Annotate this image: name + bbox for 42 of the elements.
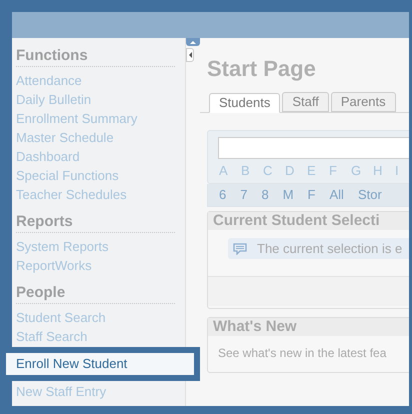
letter-filter[interactable]: B xyxy=(241,161,253,181)
letter-filter[interactable]: G xyxy=(351,161,363,181)
comment-icon xyxy=(233,242,247,254)
sidebar-link[interactable]: Daily Bulletin xyxy=(16,90,175,109)
sidebar-link[interactable]: Student Search xyxy=(16,308,175,327)
tab[interactable]: Parents xyxy=(330,92,396,112)
sidebar-link[interactable]: Attendance xyxy=(16,71,175,90)
sidebar-link[interactable]: Staff Search xyxy=(16,327,175,346)
section-heading: People xyxy=(16,283,175,304)
sidebar-link[interactable]: System Reports xyxy=(16,237,175,256)
panel-title: Current Student Selecti xyxy=(208,212,409,230)
letter-filter[interactable]: H xyxy=(373,161,385,181)
letter-filter[interactable]: C xyxy=(263,161,275,181)
letter-filter[interactable]: A xyxy=(219,161,231,181)
tab[interactable]: Staff xyxy=(282,92,329,112)
grade-filter[interactable]: 7 xyxy=(240,185,248,205)
grade-filter[interactable]: All xyxy=(330,185,344,205)
letter-filter[interactable]: D xyxy=(285,161,297,181)
letter-filter[interactable]: F xyxy=(329,161,341,181)
message-text: The current selection is e xyxy=(257,240,402,258)
sidebar-link[interactable]: ReportWorks xyxy=(16,256,175,275)
letter-filter[interactable]: E xyxy=(307,161,319,181)
sidebar-link[interactable]: Teacher Schedules xyxy=(16,185,175,204)
grade-filter[interactable]: 8 xyxy=(261,185,269,205)
sidebar-link[interactable]: Enroll New Student xyxy=(16,354,128,374)
grade-filter[interactable]: Stor xyxy=(358,185,382,205)
panel-title: What's New xyxy=(208,318,409,336)
tab[interactable]: Students xyxy=(209,93,280,113)
grade-filter[interactable]: 6 xyxy=(219,185,226,205)
sidebar-link[interactable]: Special Functions xyxy=(16,166,175,185)
collapse-left-icon[interactable] xyxy=(186,48,194,62)
letter-filter[interactable]: I xyxy=(395,161,407,181)
section-heading: Reports xyxy=(16,212,175,233)
whats-new-text: See what's new in the latest fea xyxy=(217,345,388,362)
sidebar-link[interactable]: New Staff Entry xyxy=(16,382,175,401)
grade-filter[interactable]: F xyxy=(308,185,316,205)
sidebar-link[interactable]: Dashboard xyxy=(16,147,175,166)
sidebar-link[interactable]: Master Schedule xyxy=(16,128,175,147)
page-title: Start Page xyxy=(207,56,317,82)
sidebar-link[interactable]: Enrollment Summary xyxy=(16,109,175,128)
grade-filter[interactable]: M xyxy=(282,185,294,205)
section-heading: Functions xyxy=(16,46,175,67)
